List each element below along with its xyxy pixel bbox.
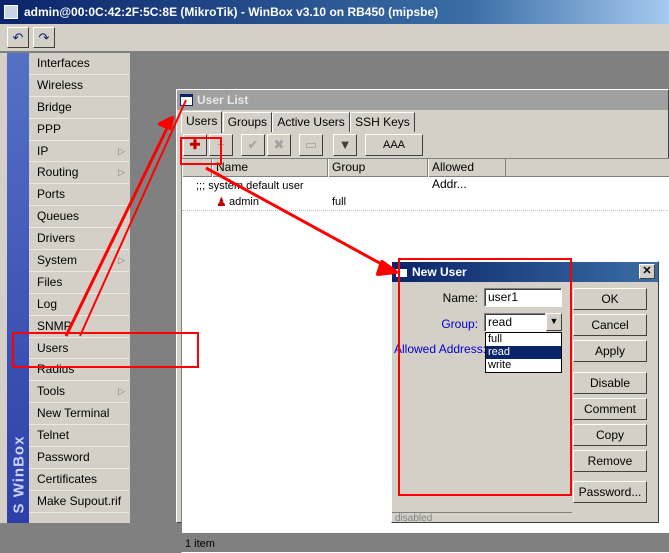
sidebar-item-routing[interactable]: Routing ▷ xyxy=(29,162,129,185)
submenu-arrow-icon: ▷ xyxy=(118,386,125,397)
cancel-button[interactable]: Cancel xyxy=(573,314,647,336)
sidebar-item-queues[interactable]: Queues xyxy=(29,206,129,229)
disable-button[interactable]: Disable xyxy=(573,372,647,394)
copy-button[interactable]: Copy xyxy=(573,424,647,446)
comment-icon: ▭ xyxy=(304,137,318,152)
cross-icon: ✖ xyxy=(273,137,285,152)
window-icon xyxy=(395,266,408,278)
disable-user-button[interactable]: ✖ xyxy=(267,134,291,156)
remove-user-button[interactable]: − xyxy=(209,134,233,156)
sidebar-item-log[interactable]: Log xyxy=(29,294,129,316)
enable-user-button[interactable]: ✔ xyxy=(241,134,265,156)
sidebar-item-ppp[interactable]: PPP xyxy=(29,119,129,141)
undo-button[interactable]: ↶ xyxy=(7,27,29,48)
minus-icon: − xyxy=(217,137,225,152)
sidebar-item-new-terminal[interactable]: New Terminal xyxy=(29,403,129,426)
column-header-name[interactable]: Name xyxy=(212,159,328,177)
ok-button[interactable]: OK xyxy=(573,288,647,310)
sidebar-brand-strip: S WinBox xyxy=(7,53,29,523)
undo-icon: ↶ xyxy=(12,30,24,45)
group-select[interactable]: read xyxy=(484,313,546,332)
sidebar-brand: S WinBox xyxy=(10,435,28,514)
submenu-arrow-icon: ▷ xyxy=(118,255,125,266)
new-user-dialog: New User ✕ Name: user1 Group: read ▼ All… xyxy=(391,261,659,524)
user-icon: ♟ xyxy=(216,195,227,209)
sidebar-item-ip[interactable]: IP ▷ xyxy=(29,141,129,163)
sidebar-item-drivers[interactable]: Drivers xyxy=(29,228,129,251)
column-header-allowed-address[interactable]: Allowed Addr... xyxy=(428,159,506,191)
column-header-blank xyxy=(182,159,212,177)
name-input[interactable]: user1 xyxy=(484,288,562,307)
name-label: Name: xyxy=(442,291,478,305)
new-user-title: New User xyxy=(412,265,467,279)
column-header-group[interactable]: Group xyxy=(328,159,428,177)
allowed-address-label: Allowed Address: xyxy=(394,342,487,356)
window-titlebar: admin@00:0C:42:2F:5C:8E (MikroTik) - Win… xyxy=(0,0,669,24)
filter-button[interactable]: ▼ xyxy=(333,134,357,156)
redo-button[interactable]: ↷ xyxy=(33,27,55,48)
sidebar-item-files[interactable]: Files xyxy=(29,272,129,294)
window-title: admin@00:0C:42:2F:5C:8E (MikroTik) - Win… xyxy=(24,5,439,19)
window-icon xyxy=(180,94,193,106)
redo-icon: ↷ xyxy=(38,30,50,45)
comment-button[interactable]: Comment xyxy=(573,398,647,420)
cell-name: admin xyxy=(229,196,259,208)
tab-users[interactable]: Users xyxy=(181,111,223,133)
sidebar-item-system[interactable]: System ▷ xyxy=(29,250,129,272)
cell-group: full xyxy=(332,196,347,208)
winbox-app-icon xyxy=(4,5,18,19)
password-button[interactable]: Password... xyxy=(573,481,647,503)
user-list-titlebar[interactable]: User List xyxy=(177,90,668,110)
group-option-write[interactable]: write xyxy=(486,359,561,372)
close-button[interactable]: ✕ xyxy=(639,264,655,279)
submenu-arrow-icon: ▷ xyxy=(118,145,125,156)
user-list-tabs: Users Groups Active Users SSH Keys xyxy=(181,111,415,133)
tab-groups[interactable]: Groups xyxy=(222,112,273,132)
sidebar-item-certificates[interactable]: Certificates xyxy=(29,469,129,491)
user-list-title: User List xyxy=(197,93,249,107)
new-user-titlebar[interactable]: New User ✕ xyxy=(392,262,658,282)
table-row[interactable]: ♟ admin full xyxy=(182,195,669,211)
close-icon: ✕ xyxy=(642,265,652,277)
sidebar: S WinBox Interfaces Wireless Bridge PPP … xyxy=(0,53,130,523)
tab-ssh-keys[interactable]: SSH Keys xyxy=(350,112,415,132)
comment-row: ;;; system default user xyxy=(196,180,304,192)
group-label: Group: xyxy=(441,317,478,331)
user-list-status: 1 item xyxy=(181,535,669,553)
sidebar-item-ports[interactable]: Ports xyxy=(29,184,129,207)
sidebar-item-wireless[interactable]: Wireless xyxy=(29,75,129,97)
sidebar-item-telnet[interactable]: Telnet xyxy=(29,425,129,448)
dialog-status: disabled xyxy=(392,512,572,524)
add-user-button[interactable]: ✚ xyxy=(183,134,207,156)
plus-icon: ✚ xyxy=(189,137,201,152)
sidebar-item-radius[interactable]: Radius xyxy=(29,359,129,382)
group-option-read[interactable]: read xyxy=(486,346,561,359)
sidebar-item-make-supout[interactable]: Make Supout.rif xyxy=(29,491,129,513)
sidebar-item-bridge[interactable]: Bridge xyxy=(29,97,129,119)
sidebar-item-snmp[interactable]: SNMP xyxy=(29,316,129,338)
main-toolbar: ↶ ↷ xyxy=(0,24,669,52)
sidebar-item-users[interactable]: Users xyxy=(29,338,129,360)
sidebar-item-tools[interactable]: Tools ▷ xyxy=(29,381,129,404)
sidebar-item-interfaces[interactable]: Interfaces xyxy=(29,53,129,75)
check-icon: ✔ xyxy=(247,137,259,152)
aaa-button[interactable]: AAA xyxy=(365,134,423,156)
sidebar-menu: Interfaces Wireless Bridge PPP IP ▷ Routi… xyxy=(29,53,129,513)
comment-user-button[interactable]: ▭ xyxy=(299,134,323,156)
remove-button[interactable]: Remove xyxy=(573,450,647,472)
submenu-arrow-icon: ▷ xyxy=(118,167,125,178)
group-dropdown-button[interactable]: ▼ xyxy=(546,313,562,331)
apply-button[interactable]: Apply xyxy=(573,340,647,362)
user-table-header: Name Group Allowed Addr... xyxy=(182,159,669,191)
tab-active-users[interactable]: Active Users xyxy=(272,112,350,132)
group-dropdown-list: full read write xyxy=(485,332,562,373)
filter-icon: ▼ xyxy=(338,137,352,152)
sidebar-item-password[interactable]: Password xyxy=(29,447,129,469)
dropdown-arrow-icon: ▼ xyxy=(549,316,559,326)
group-option-full[interactable]: full xyxy=(486,333,561,346)
